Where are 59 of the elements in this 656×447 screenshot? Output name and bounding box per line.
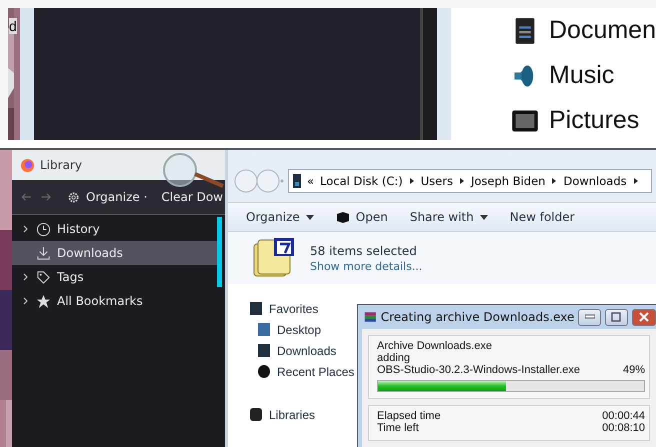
breadcrumb-arrow-icon[interactable] [632, 177, 639, 185]
nav-icon [250, 408, 262, 421]
window-title: Library [40, 158, 82, 172]
box-icon [336, 211, 350, 223]
maximize-button[interactable] [605, 308, 628, 326]
nav-group[interactable]: Favorites [250, 298, 318, 319]
archive-books-icon [364, 309, 377, 325]
library-item[interactable]: Music [511, 57, 656, 94]
dialog-title: Creating archive Downloads.exe [380, 310, 574, 324]
tag-icon [36, 270, 51, 284]
selection-count: 58 items selected [310, 244, 418, 258]
nav-icon [258, 323, 270, 336]
nav-item[interactable]: Recent Places [250, 361, 354, 382]
chevron-icon[interactable] [22, 297, 30, 305]
nav-icon [258, 365, 270, 378]
action-text: adding [377, 352, 412, 364]
breadcrumb-arrow-icon[interactable] [408, 177, 415, 185]
nav-group[interactable]: Libraries [250, 404, 316, 425]
chevron-icon[interactable] [22, 273, 30, 281]
stat-label: Elapsed time [377, 410, 441, 422]
nav-icon [250, 302, 262, 315]
tree-item[interactable]: Tags [12, 265, 217, 289]
caret-icon [306, 214, 314, 220]
archive-name: Archive Downloads.exe [377, 340, 493, 352]
clock-icon [36, 222, 51, 236]
maximize-icon [611, 312, 622, 322]
minimize-button[interactable] [578, 308, 602, 326]
toolbar-button[interactable]: New folder [510, 210, 575, 224]
stat-value: 00:00:44 [602, 410, 645, 422]
drive-icon [293, 174, 301, 188]
toolbar-button[interactable]: Organize [246, 210, 314, 224]
toolbar-button[interactable]: Share with [410, 210, 488, 224]
star-icon [36, 294, 51, 308]
download-icon [36, 246, 51, 260]
chevron-icon[interactable] [22, 225, 30, 233]
library-item[interactable]: Pictures [511, 102, 656, 139]
close-button[interactable] [632, 308, 656, 326]
tree-item[interactable]: History [12, 217, 217, 241]
library-item[interactable]: Documen [511, 12, 656, 49]
file-name: OBS-Studio-30.2.3-Windows-Installer.exe [377, 364, 580, 376]
clear-downloads-button[interactable]: Clear Dow [159, 188, 225, 206]
browser-logo-icon [20, 158, 35, 172]
tree-item[interactable]: Downloads [12, 241, 217, 265]
stat-value: 00:08:10 [602, 422, 645, 434]
stat-label: Time left [377, 422, 419, 434]
cut-text: d [9, 18, 17, 34]
toolbar-button[interactable]: Open [336, 210, 388, 224]
breadcrumb-arrow-icon[interactable] [551, 177, 558, 185]
nav-item[interactable]: Desktop [250, 319, 322, 340]
tree-item[interactable]: All Bookmarks [12, 289, 217, 313]
caret-icon [480, 214, 488, 220]
organize-button[interactable]: Organize · [84, 188, 150, 206]
address-bar[interactable]: « Local Disk (C:) Users Joseph Biden Downloads [288, 169, 652, 193]
percent-text: 49% [622, 364, 645, 376]
breadcrumb-arrow-icon[interactable] [458, 177, 465, 185]
nav-item[interactable]: Downloads [250, 340, 336, 361]
close-icon [638, 312, 649, 322]
nav-icon [258, 344, 270, 357]
details-link[interactable]: Show more details... [310, 260, 422, 272]
